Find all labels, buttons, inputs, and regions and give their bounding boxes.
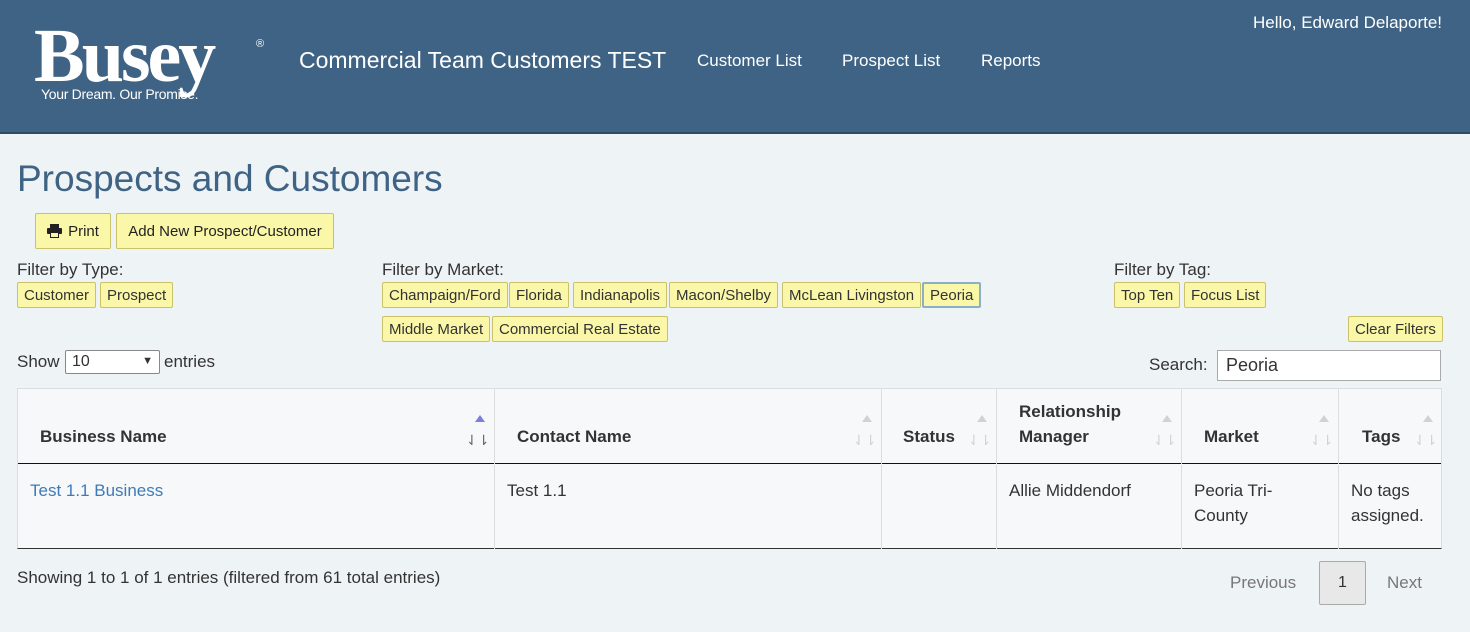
column-label-market: Market <box>1204 427 1259 446</box>
table-header: Business Name ⇃⇂ Contact Name ⇃⇂ Status … <box>18 389 1441 464</box>
column-label-contact-name: Contact Name <box>517 427 632 446</box>
print-button[interactable]: Print <box>35 213 111 249</box>
prospects-table: Business Name ⇃⇂ Contact Name ⇃⇂ Status … <box>17 388 1442 549</box>
column-label-tags: Tags <box>1362 427 1401 446</box>
user-greeting: Hello, Edward Delaporte! <box>1253 13 1442 32</box>
entries-label: entries <box>164 352 216 371</box>
nav-prospect-list[interactable]: Prospect List <box>842 51 940 71</box>
filter-chip-champaign-ford[interactable]: Champaign/Ford <box>382 282 508 308</box>
filter-chip-macon-shelby[interactable]: Macon/Shelby <box>669 282 779 308</box>
pagination-previous[interactable]: Previous <box>1230 573 1296 593</box>
filter-chip-customer[interactable]: Customer <box>17 282 97 308</box>
search-label: Search: <box>1149 355 1208 374</box>
sort-ascending-icon <box>862 415 872 422</box>
sort-icon: ⇃⇂ <box>1310 432 1334 448</box>
printer-icon <box>47 224 63 238</box>
sort-ascending-icon <box>977 415 987 422</box>
pagination-page-1[interactable]: 1 <box>1319 561 1366 605</box>
add-prospect-button[interactable]: Add New Prospect/Customer <box>116 213 334 249</box>
add-prospect-label: Add New Prospect/Customer <box>128 222 322 240</box>
column-header-business-name[interactable]: Business Name ⇃⇂ <box>18 389 495 464</box>
sort-icon: ⇃⇂ <box>1153 432 1177 448</box>
cell-contact-name: Test 1.1 <box>495 465 882 549</box>
sort-ascending-icon <box>1319 415 1329 422</box>
cell-market: Peoria Tri-County <box>1182 465 1339 549</box>
nav-reports[interactable]: Reports <box>981 51 1041 71</box>
filter-chip-commercial-real-estate[interactable]: Commercial Real Estate <box>492 316 668 342</box>
filter-chip-peoria[interactable]: Peoria <box>922 282 982 308</box>
column-label-business-name: Business Name <box>40 427 167 446</box>
logo-registered-mark: ® <box>256 38 265 50</box>
cell-tags: No tags assigned. <box>1351 481 1424 525</box>
entries-select[interactable]: 10 ▼ <box>65 350 160 374</box>
column-header-contact-name[interactable]: Contact Name ⇃⇂ <box>495 389 882 464</box>
busey-logo[interactable]: Busey ® Your Dream. Our Promise. <box>34 14 274 104</box>
search-input-value: Peoria <box>1226 355 1279 375</box>
filter-tag-label: Filter by Tag: <box>1114 260 1212 279</box>
sort-icon: ⇃⇂ <box>853 432 877 448</box>
nav-customer-list[interactable]: Customer List <box>697 51 802 71</box>
sort-ascending-icon <box>1162 415 1172 422</box>
pagination-next[interactable]: Next <box>1387 573 1422 593</box>
table-info: Showing 1 to 1 of 1 entries (filtered fr… <box>17 568 441 587</box>
column-label-relationship-manager: Relationship Manager <box>1019 402 1122 446</box>
filter-chip-florida[interactable]: Florida <box>509 282 569 308</box>
filter-chip-middle-market[interactable]: Middle Market <box>382 316 491 342</box>
filter-chip-focus-list[interactable]: Focus List <box>1184 282 1267 308</box>
sort-ascending-icon <box>1423 415 1433 422</box>
print-label: Print <box>68 222 99 240</box>
show-label: Show <box>17 352 60 371</box>
cell-relationship-manager: Allie Middendorf <box>997 465 1182 549</box>
column-header-status[interactable]: Status ⇃⇂ <box>882 389 997 464</box>
filter-chip-indianapolis[interactable]: Indianapolis <box>573 282 668 308</box>
entries-select-value: 10 <box>72 353 90 370</box>
column-header-market[interactable]: Market ⇃⇂ <box>1182 389 1339 464</box>
filter-chip-prospect[interactable]: Prospect <box>100 282 174 308</box>
column-header-tags[interactable]: Tags ⇃⇂ <box>1339 389 1442 464</box>
sort-icon: ⇃⇂ <box>466 432 490 448</box>
app-title[interactable]: Commercial Team Customers TEST <box>299 47 666 74</box>
search-input[interactable]: Peoria <box>1217 350 1441 381</box>
filter-chip-top-ten[interactable]: Top Ten <box>1114 282 1181 308</box>
filter-market-label: Filter by Market: <box>382 260 504 279</box>
sort-icon: ⇃⇂ <box>1414 432 1438 448</box>
logo-tagline: Your Dream. Our Promise. <box>41 86 199 102</box>
chevron-down-icon: ▼ <box>142 355 153 367</box>
filter-type-label: Filter by Type: <box>17 260 124 279</box>
clear-filters-button[interactable]: Clear Filters <box>1348 316 1443 342</box>
top-navbar: Busey ® Your Dream. Our Promise. Commerc… <box>0 0 1470 134</box>
business-name-link[interactable]: Test 1.1 Business <box>30 481 163 500</box>
page-title: Prospects and Customers <box>17 158 443 199</box>
sort-icon: ⇃⇂ <box>968 432 992 448</box>
cell-business-name: Test 1.1 Business <box>18 465 495 549</box>
column-header-relationship-manager[interactable]: Relationship Manager ⇃⇂ <box>997 389 1182 464</box>
filter-chip-mclean-livingston[interactable]: McLean Livingston <box>782 282 922 308</box>
cell-status <box>882 465 997 549</box>
column-label-status: Status <box>903 427 955 446</box>
sort-ascending-icon <box>475 415 485 422</box>
